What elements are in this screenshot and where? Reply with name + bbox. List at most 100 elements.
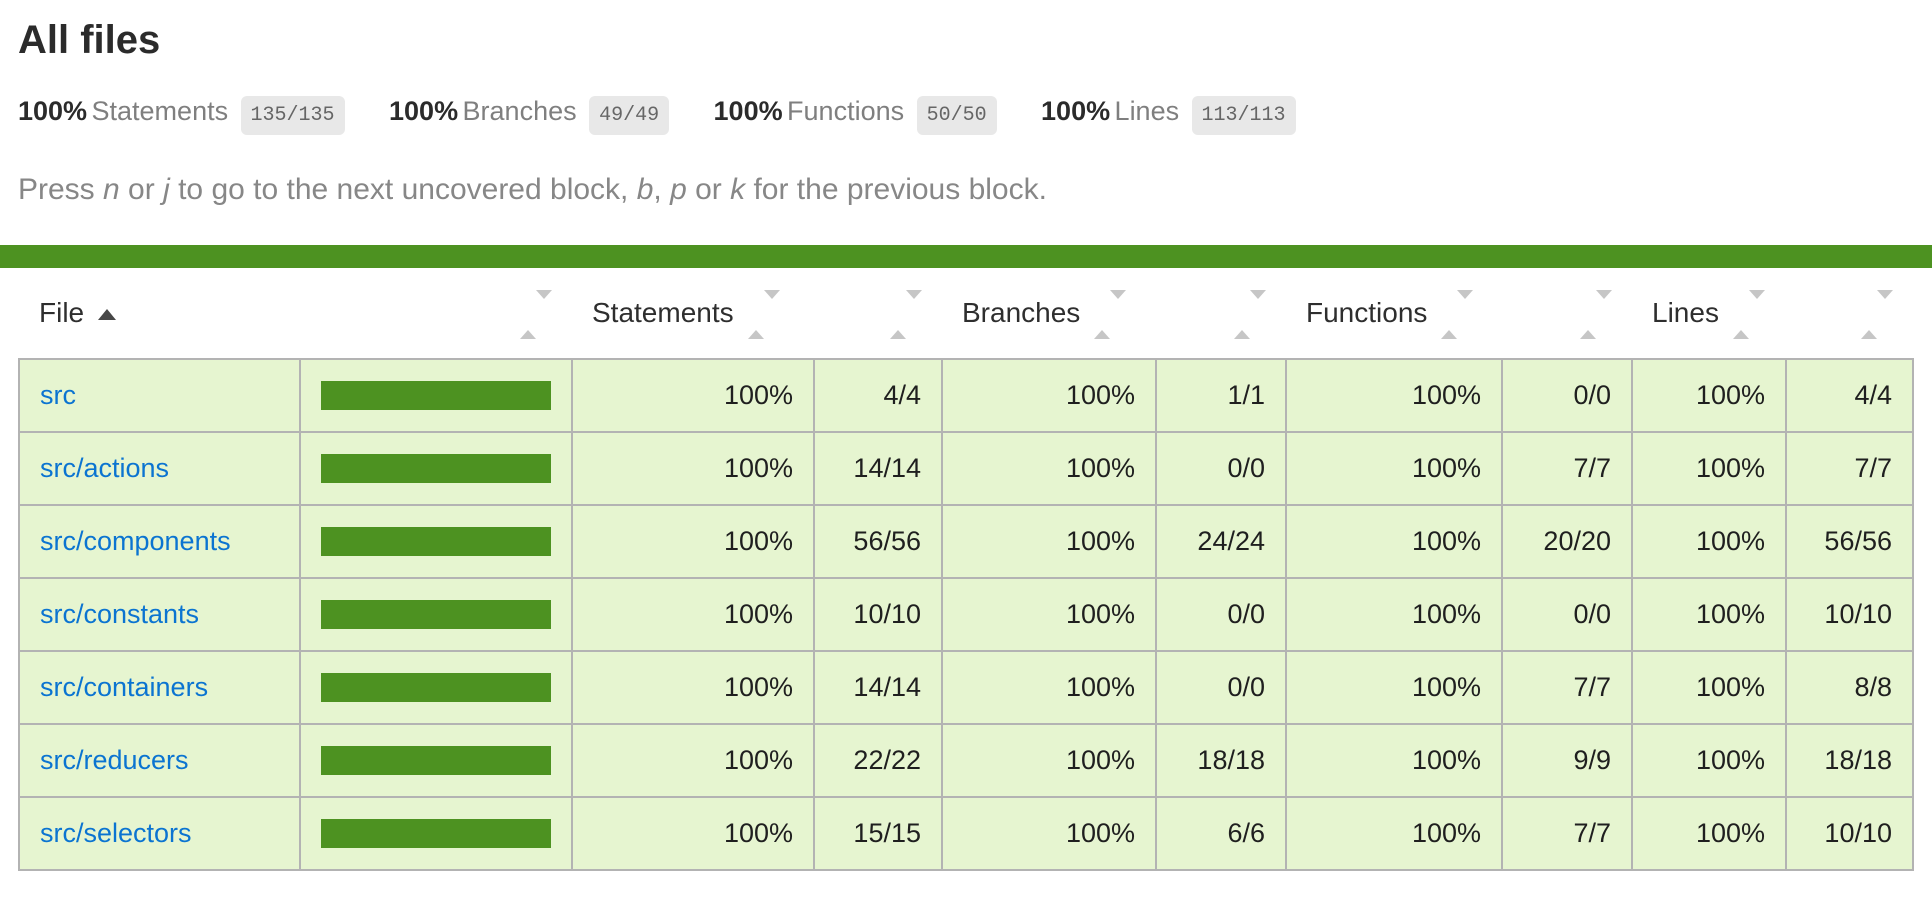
hint-key: k	[730, 173, 745, 206]
coverage-bar-fill	[321, 746, 551, 775]
file-link[interactable]: src/constants	[40, 599, 199, 629]
coverage-bar	[321, 381, 551, 410]
column-header-branches-label: Branches	[962, 297, 1080, 328]
file-link[interactable]: src	[40, 380, 76, 410]
hint-text: for the previous block.	[745, 173, 1047, 206]
lines-raw-cell: 10/10	[1786, 797, 1913, 870]
coverage-bar-fill	[321, 673, 551, 702]
metric-branches-label: Branches	[463, 96, 577, 126]
lines-raw-cell: 18/18	[1786, 724, 1913, 797]
column-header-file[interactable]: File	[19, 268, 300, 359]
column-header-file-label: File	[39, 297, 84, 328]
statements-pct-cell: 100%	[572, 651, 814, 724]
table-row: src/reducers100%22/22100%18/18100%9/9100…	[19, 724, 1913, 797]
table-row: src/constants100%10/10100%0/0100%0/0100%…	[19, 578, 1913, 651]
table-row: src/actions100%14/14100%0/0100%7/7100%7/…	[19, 432, 1913, 505]
lines-raw-cell: 4/4	[1786, 359, 1913, 432]
coverage-bar	[321, 819, 551, 848]
file-cell: src/constants	[19, 578, 300, 651]
statements-pct-cell: 100%	[572, 505, 814, 578]
column-header-statements-raw[interactable]	[814, 268, 942, 359]
coverage-bar	[321, 746, 551, 775]
table-row: src/components100%56/56100%24/24100%20/2…	[19, 505, 1913, 578]
coverage-bar-cell	[300, 578, 572, 651]
column-header-lines-raw[interactable]	[1786, 268, 1913, 359]
statements-pct-cell: 100%	[572, 724, 814, 797]
file-link[interactable]: src/components	[40, 526, 231, 556]
sort-asc-icon	[98, 309, 116, 320]
statements-pct-cell: 100%	[572, 797, 814, 870]
column-header-statements[interactable]: Statements	[572, 268, 814, 359]
lines-pct-cell: 100%	[1632, 359, 1786, 432]
column-header-lines[interactable]: Lines	[1632, 268, 1786, 359]
coverage-report-page: All files 100% Statements 135/135 100% B…	[0, 0, 1932, 902]
column-header-functions-raw[interactable]	[1502, 268, 1632, 359]
coverage-bar-cell	[300, 505, 572, 578]
hint-key: b	[637, 173, 654, 206]
functions-raw-cell: 9/9	[1502, 724, 1632, 797]
metric-branches-pct: 100%	[389, 96, 458, 126]
file-cell: src/components	[19, 505, 300, 578]
statements-raw-cell: 4/4	[814, 359, 942, 432]
coverage-bar-cell	[300, 651, 572, 724]
metric-lines-fraction: 113/113	[1192, 96, 1296, 135]
branches-raw-cell: 0/0	[1156, 432, 1286, 505]
branches-raw-cell: 0/0	[1156, 578, 1286, 651]
table-row: src/selectors100%15/15100%6/6100%7/7100%…	[19, 797, 1913, 870]
hint-text: or	[120, 173, 163, 206]
statements-raw-cell: 22/22	[814, 724, 942, 797]
branches-raw-cell: 0/0	[1156, 651, 1286, 724]
branches-raw-cell: 6/6	[1156, 797, 1286, 870]
coverage-bar-cell	[300, 797, 572, 870]
metric-statements-label: Statements	[92, 96, 229, 126]
table-header-row: File Statements Branches	[19, 268, 1913, 359]
lines-pct-cell: 100%	[1632, 651, 1786, 724]
column-header-branches[interactable]: Branches	[942, 268, 1156, 359]
coverage-bar	[321, 454, 551, 483]
functions-raw-cell: 0/0	[1502, 578, 1632, 651]
branches-pct-cell: 100%	[942, 432, 1156, 505]
functions-pct-cell: 100%	[1286, 651, 1502, 724]
functions-pct-cell: 100%	[1286, 359, 1502, 432]
file-cell: src/selectors	[19, 797, 300, 870]
column-header-functions[interactable]: Functions	[1286, 268, 1502, 359]
column-header-bar[interactable]	[300, 268, 572, 359]
metric-functions-fraction: 50/50	[917, 96, 997, 135]
metric-lines-label: Lines	[1115, 96, 1180, 126]
metric-statements-fraction: 135/135	[241, 96, 345, 135]
file-cell: src/actions	[19, 432, 300, 505]
file-link[interactable]: src/actions	[40, 453, 169, 483]
branches-raw-cell: 24/24	[1156, 505, 1286, 578]
functions-pct-cell: 100%	[1286, 724, 1502, 797]
hint-text: or	[687, 173, 730, 206]
statements-raw-cell: 14/14	[814, 432, 942, 505]
file-link[interactable]: src/reducers	[40, 745, 189, 775]
coverage-table: File Statements Branches	[18, 268, 1914, 871]
coverage-bar-fill	[321, 600, 551, 629]
page-title: All files	[18, 0, 1914, 62]
metric-statements-pct: 100%	[18, 96, 87, 126]
metric-lines: 100% Lines 113/113	[1041, 96, 1296, 135]
file-link[interactable]: src/selectors	[40, 818, 192, 848]
branches-pct-cell: 100%	[942, 651, 1156, 724]
functions-pct-cell: 100%	[1286, 578, 1502, 651]
lines-raw-cell: 10/10	[1786, 578, 1913, 651]
file-link[interactable]: src/containers	[40, 672, 208, 702]
branches-pct-cell: 100%	[942, 578, 1156, 651]
hint-key: n	[103, 173, 120, 206]
lines-raw-cell: 8/8	[1786, 651, 1913, 724]
branches-pct-cell: 100%	[942, 359, 1156, 432]
file-cell: src/reducers	[19, 724, 300, 797]
column-header-branches-raw[interactable]	[1156, 268, 1286, 359]
branches-pct-cell: 100%	[942, 505, 1156, 578]
file-cell: src	[19, 359, 300, 432]
column-header-functions-label: Functions	[1306, 297, 1427, 328]
branches-pct-cell: 100%	[942, 797, 1156, 870]
functions-pct-cell: 100%	[1286, 797, 1502, 870]
coverage-bar-cell	[300, 724, 572, 797]
branches-pct-cell: 100%	[942, 724, 1156, 797]
statements-pct-cell: 100%	[572, 432, 814, 505]
table-row: src/containers100%14/14100%0/0100%7/7100…	[19, 651, 1913, 724]
statements-pct-cell: 100%	[572, 578, 814, 651]
coverage-bar-cell	[300, 359, 572, 432]
